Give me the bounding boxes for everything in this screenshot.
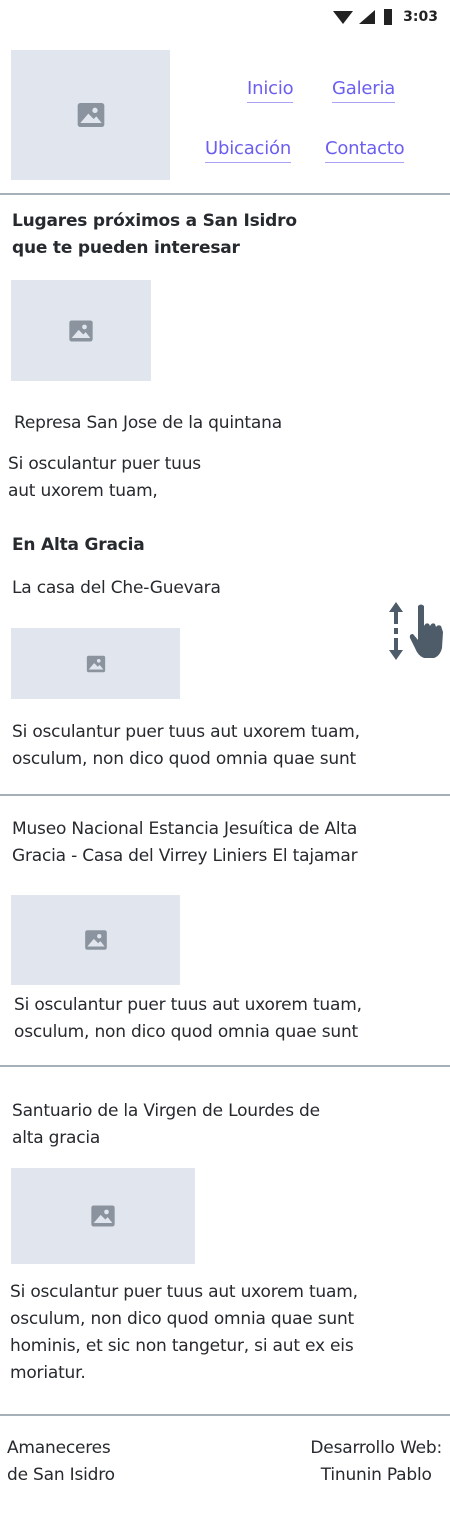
section-divider (0, 794, 450, 796)
place-desc-museo: Si osculantur puer tuus aut uxorem tuam,… (14, 995, 362, 1042)
nav-link-ubicacion[interactable]: Ubicación (205, 137, 291, 163)
nav-link-inicio[interactable]: Inicio (247, 77, 294, 103)
section-divider (0, 1065, 450, 1067)
place-name-santuario: Santuario de la Virgen de Lourdes de alt… (12, 1101, 320, 1148)
place-desc-santuario: Si osculantur puer tuus aut uxorem tuam,… (10, 1282, 358, 1383)
footer-credits: Desarrollo Web: Tinunin Pablo (310, 1438, 442, 1485)
section-title: Lugares próximos a San Isidro que te pue… (12, 211, 297, 258)
place-image-santuario (11, 1168, 195, 1264)
place-name-che-guevara: La casa del Che-Guevara (12, 578, 221, 598)
nav-link-contacto[interactable]: Contacto (325, 137, 405, 163)
logo-image (11, 50, 170, 180)
place-desc-represa: Si osculantur puer tuus aut uxorem tuam, (8, 454, 201, 501)
header-divider (0, 193, 450, 195)
status-bar: 3:03 (333, 6, 438, 28)
image-placeholder-icon (77, 103, 104, 127)
image-placeholder-icon (91, 1205, 115, 1227)
subheading-alta-gracia: En Alta Gracia (12, 535, 145, 555)
footer-divider (0, 1414, 450, 1416)
image-placeholder-icon (86, 655, 105, 672)
battery-icon (384, 9, 393, 25)
image-placeholder-icon (84, 930, 107, 950)
signal-icon (359, 10, 376, 24)
place-name-represa: Represa San Jose de la quintana (14, 413, 282, 433)
place-image-museo (11, 895, 180, 985)
status-time: 3:03 (403, 9, 438, 25)
footer-site-name: Amaneceres de San Isidro (7, 1438, 115, 1485)
place-desc-che-guevara: Si osculantur puer tuus aut uxorem tuam,… (12, 722, 360, 769)
place-image-represa (11, 280, 151, 381)
place-name-museo: Museo Nacional Estancia Jesuítica de Alt… (12, 819, 358, 866)
place-image-che-guevara (11, 628, 180, 699)
scroll-gesture-icon (382, 600, 448, 664)
image-placeholder-icon (69, 320, 93, 341)
wifi-icon (333, 11, 354, 24)
nav-link-galeria[interactable]: Galeria (332, 77, 395, 103)
